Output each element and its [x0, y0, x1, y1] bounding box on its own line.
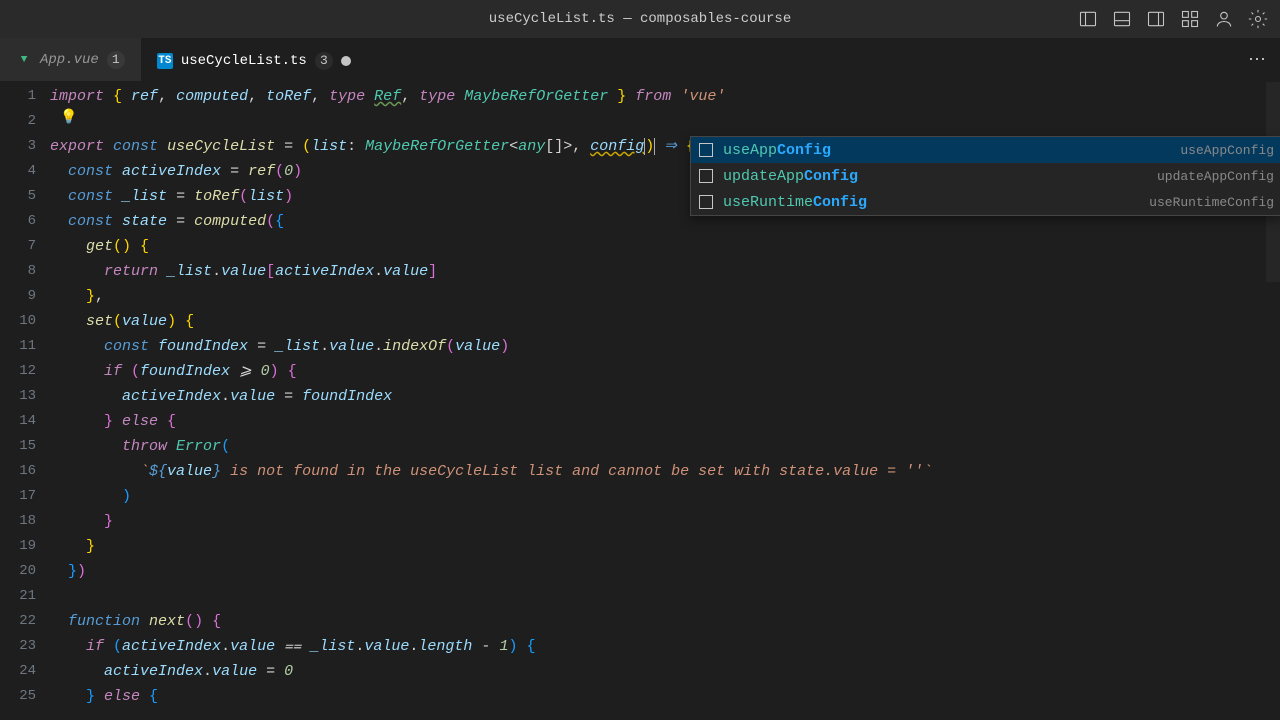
line-number: 6: [0, 209, 50, 234]
line-number: 18: [0, 509, 50, 534]
line-number: 1: [0, 84, 50, 109]
tab-problems-badge: 3: [315, 52, 333, 70]
line-number: 2: [0, 109, 50, 134]
settings-gear-icon[interactable]: [1248, 9, 1268, 29]
line-number: 17: [0, 484, 50, 509]
line-number: 10: [0, 309, 50, 334]
checkbox-icon: [699, 169, 713, 183]
line-number: 16: [0, 459, 50, 484]
line-number: 3: [0, 134, 50, 159]
line-number: 8: [0, 259, 50, 284]
line-gutter: 1 2 3 4 5 6 7 8 9 10 11 12 13 14 15 16 1…: [0, 82, 50, 709]
layout-sidebar-left-icon[interactable]: [1078, 9, 1098, 29]
code-line: [50, 109, 1280, 134]
code-line: if (activeIndex.value ⩵ _list.value.leng…: [50, 634, 1280, 659]
autocomplete-detail: updateAppConfig: [1157, 169, 1274, 184]
line-number: 24: [0, 659, 50, 684]
tab-usecyclelist[interactable]: TS useCycleList.ts 3: [141, 38, 367, 81]
autocomplete-label: updateAppConfig: [723, 168, 858, 185]
code-line: `${value} is not found in the useCycleLi…: [50, 459, 1280, 484]
lightbulb-icon[interactable]: 💡: [60, 109, 77, 126]
autocomplete-label: useAppConfig: [723, 142, 831, 159]
checkbox-icon: [699, 143, 713, 157]
tab-problems-badge: 1: [107, 51, 125, 69]
line-number: 5: [0, 184, 50, 209]
code-area[interactable]: 💡 import { ref, computed, toRef, type Re…: [50, 82, 1280, 709]
code-line: activeIndex.value = foundIndex: [50, 384, 1280, 409]
code-line: activeIndex.value = 0: [50, 659, 1280, 684]
line-number: 15: [0, 434, 50, 459]
code-line: if (foundIndex ⩾ 0) {: [50, 359, 1280, 384]
autocomplete-item[interactable]: useAppConfig useAppConfig: [691, 137, 1280, 163]
tab-label: useCycleList.ts: [181, 53, 307, 69]
line-number: 11: [0, 334, 50, 359]
autocomplete-popup[interactable]: useAppConfig useAppConfig updateAppConfi…: [690, 136, 1280, 216]
code-line: function next() {: [50, 609, 1280, 634]
line-number: 20: [0, 559, 50, 584]
line-number: 25: [0, 684, 50, 709]
code-line: return _list.value[activeIndex.value]: [50, 259, 1280, 284]
line-number: 19: [0, 534, 50, 559]
code-line: } else {: [50, 684, 1280, 709]
code-line: } else {: [50, 409, 1280, 434]
layout-grid-icon[interactable]: [1180, 9, 1200, 29]
code-line: }: [50, 509, 1280, 534]
code-line: [50, 584, 1280, 609]
editor[interactable]: 1 2 3 4 5 6 7 8 9 10 11 12 13 14 15 16 1…: [0, 82, 1280, 709]
tab-app-vue[interactable]: ▼ App.vue 1: [0, 38, 141, 81]
code-line: },: [50, 284, 1280, 309]
line-number: 13: [0, 384, 50, 409]
line-number: 9: [0, 284, 50, 309]
code-line: ): [50, 484, 1280, 509]
code-line: set(value) {: [50, 309, 1280, 334]
line-number: 12: [0, 359, 50, 384]
window-title: useCycleList.ts — composables-course: [489, 11, 791, 27]
code-line: import { ref, computed, toRef, type Ref,…: [50, 84, 1280, 109]
code-line: }: [50, 534, 1280, 559]
autocomplete-detail: useAppConfig: [1180, 143, 1274, 158]
titlebar: useCycleList.ts — composables-course: [0, 0, 1280, 38]
titlebar-actions: [1078, 9, 1268, 29]
tab-bar: ▼ App.vue 1 TS useCycleList.ts 3 ⋯: [0, 38, 1280, 82]
line-number: 4: [0, 159, 50, 184]
line-number: 7: [0, 234, 50, 259]
line-number: 23: [0, 634, 50, 659]
autocomplete-item[interactable]: useRuntimeConfig useRuntimeConfig: [691, 189, 1280, 215]
autocomplete-item[interactable]: updateAppConfig updateAppConfig: [691, 163, 1280, 189]
line-number: 21: [0, 584, 50, 609]
autocomplete-label: useRuntimeConfig: [723, 194, 867, 211]
unsaved-dot-icon: [341, 56, 351, 66]
checkbox-icon: [699, 195, 713, 209]
line-number: 22: [0, 609, 50, 634]
typescript-icon: TS: [157, 53, 173, 69]
tab-overflow-button[interactable]: ⋯: [1234, 38, 1280, 81]
code-line: }): [50, 559, 1280, 584]
layout-sidebar-right-icon[interactable]: [1146, 9, 1166, 29]
tab-label: App.vue: [40, 52, 99, 68]
code-line: get() {: [50, 234, 1280, 259]
vue-icon: ▼: [16, 52, 32, 68]
account-icon[interactable]: [1214, 9, 1234, 29]
line-number: 14: [0, 409, 50, 434]
autocomplete-detail: useRuntimeConfig: [1149, 195, 1274, 210]
layout-panel-icon[interactable]: [1112, 9, 1132, 29]
code-line: throw Error(: [50, 434, 1280, 459]
code-line: const foundIndex = _list.value.indexOf(v…: [50, 334, 1280, 359]
